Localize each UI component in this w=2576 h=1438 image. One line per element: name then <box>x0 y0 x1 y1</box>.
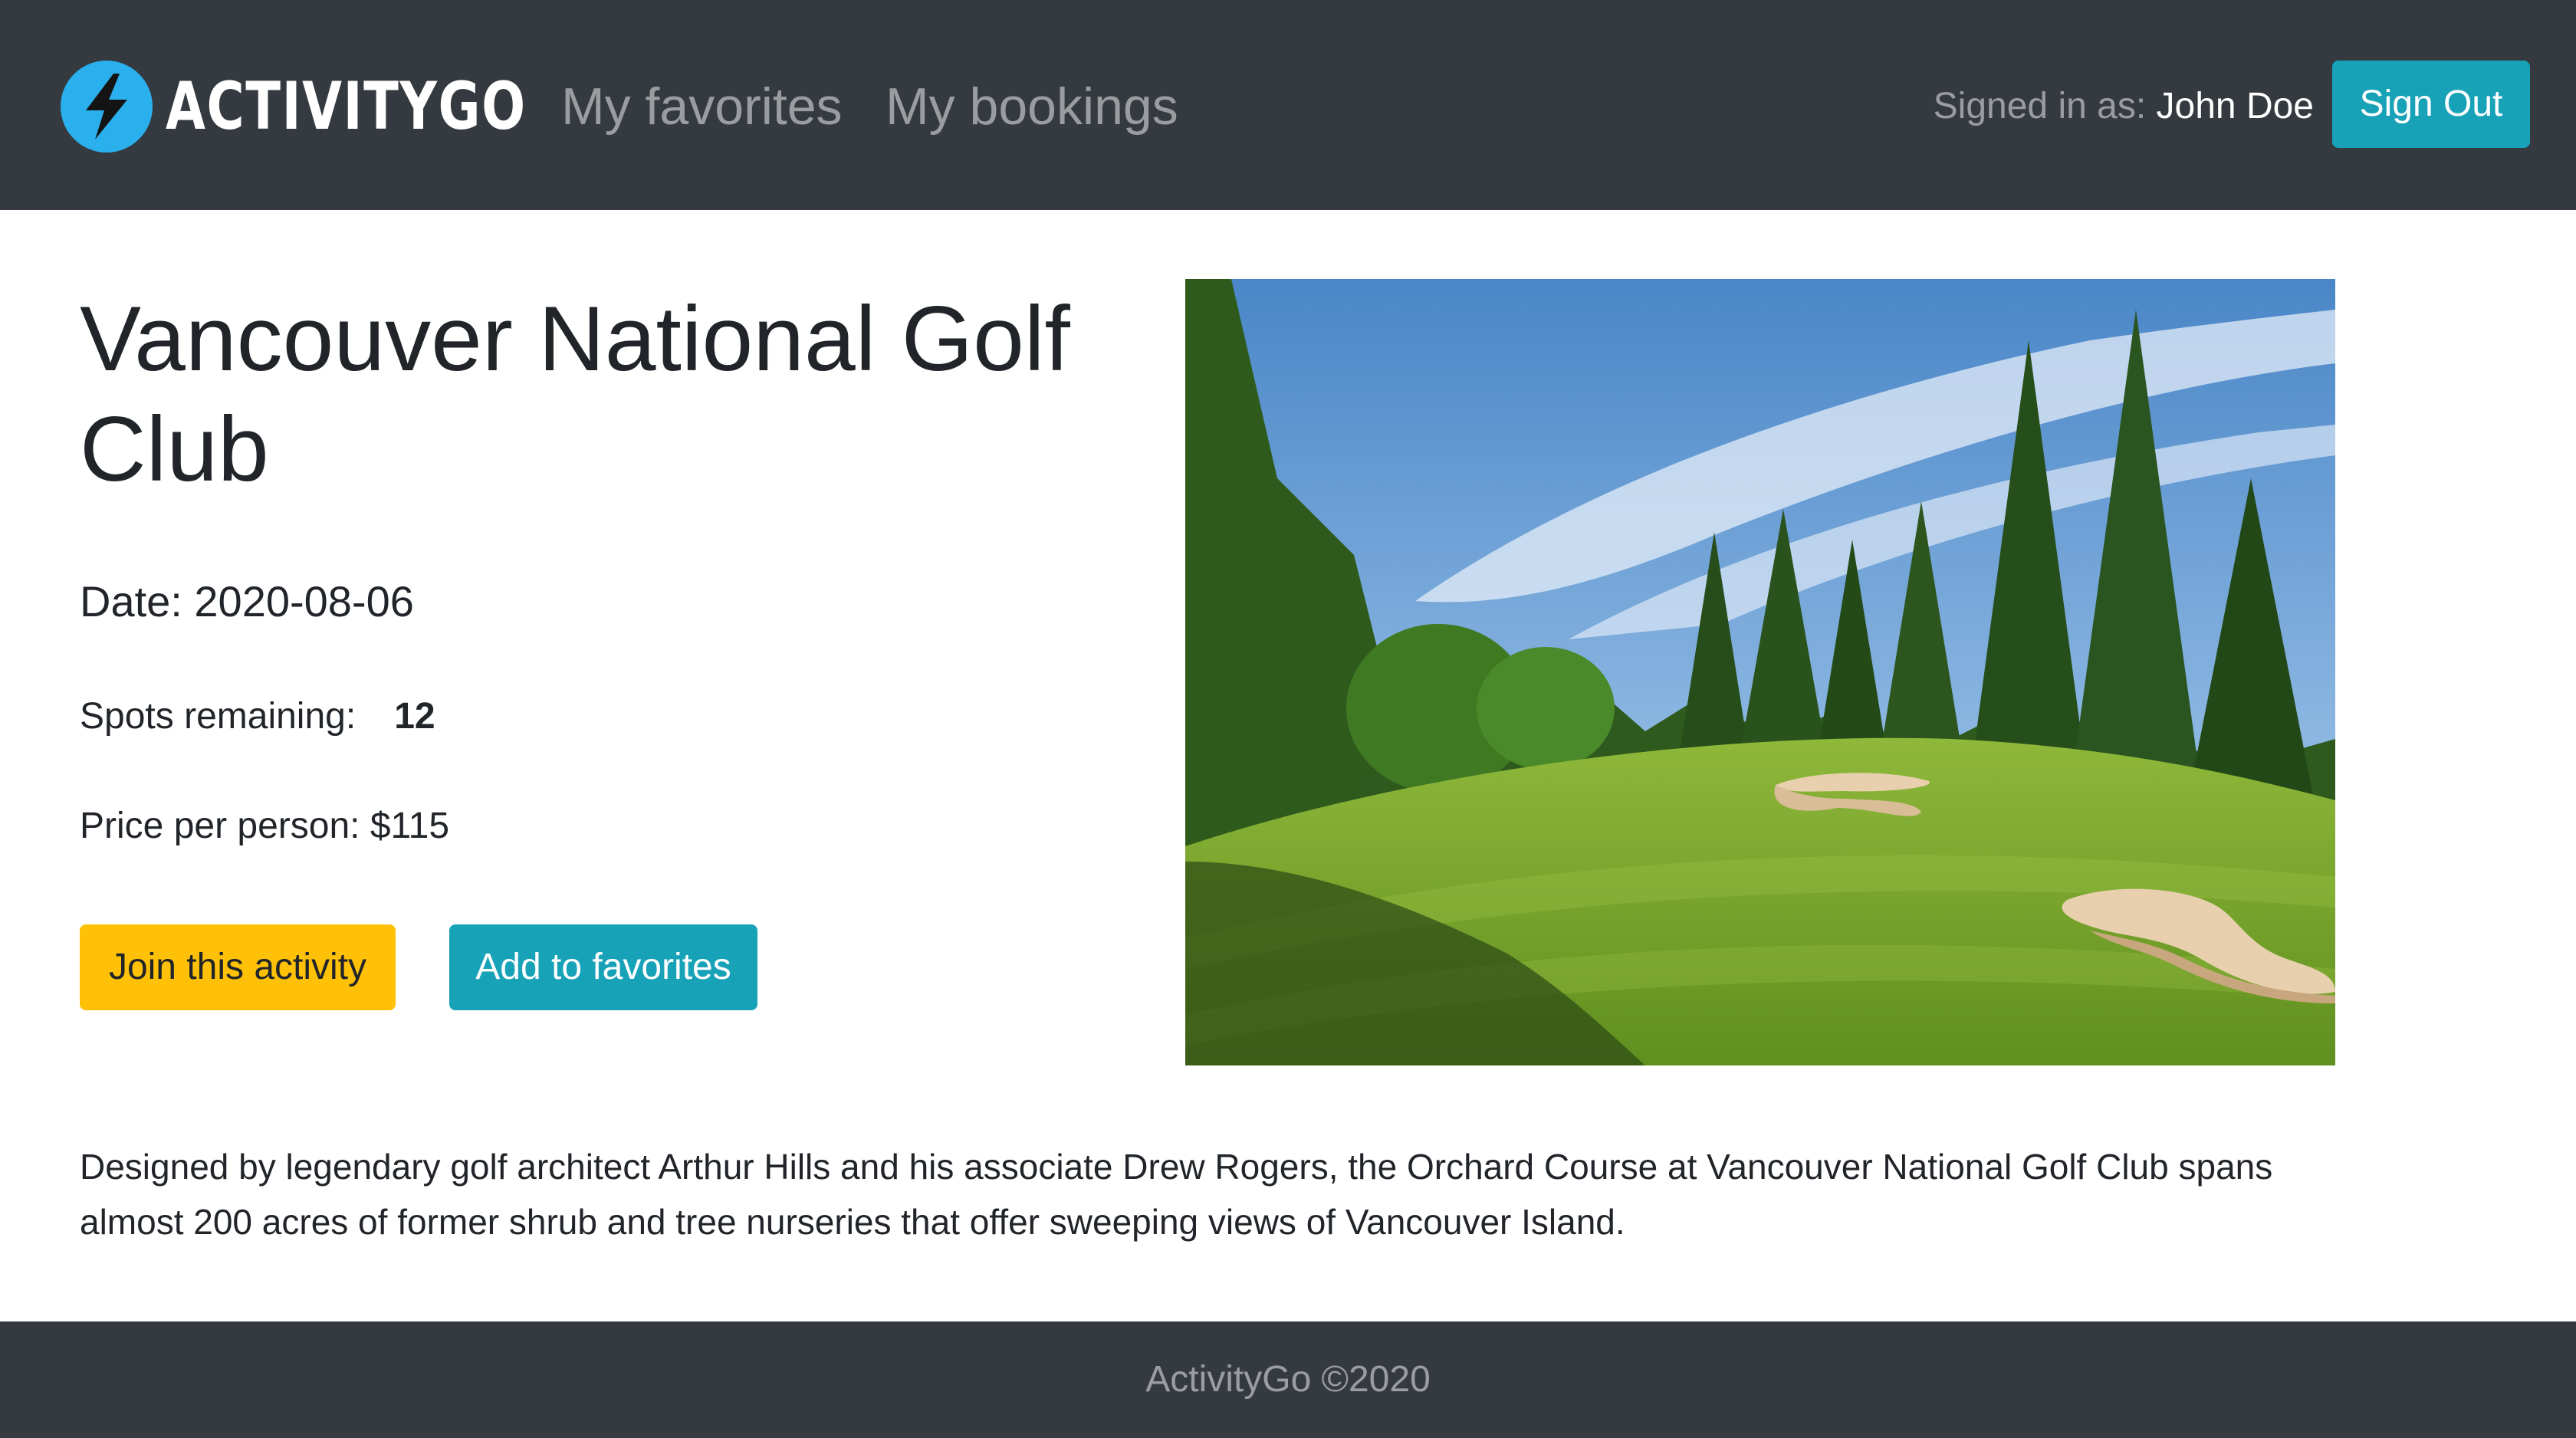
sign-out-button[interactable]: Sign Out <box>2332 61 2530 148</box>
lightning-bolt-icon[interactable] <box>60 60 153 153</box>
activity-date: Date: 2020-08-06 <box>80 577 414 625</box>
footer: ActivityGo ©2020 <box>0 1321 2576 1438</box>
nav-link-my-favorites[interactable]: My favorites <box>561 64 843 149</box>
activity-title: Vancouver National Golf Club <box>80 287 1070 501</box>
signed-in-status: Signed in as: John Doe <box>1934 64 2314 149</box>
add-to-favorites-button[interactable]: Add to favorites <box>449 924 757 1010</box>
navbar: ACTIVITYGO My favorites My bookings Sign… <box>0 0 2576 210</box>
spots-remaining-label: Spots remaining: <box>80 696 356 737</box>
activity-photo <box>1185 279 2335 1065</box>
footer-copyright: ActivityGo ©2020 <box>1145 1359 1431 1400</box>
golf-course-image <box>1185 279 2335 1065</box>
brand-logo-text[interactable]: ACTIVITYGO <box>166 57 527 156</box>
price-per-person: Price per person: $115 <box>80 806 450 846</box>
signed-in-label: Signed in as: <box>1933 86 2147 126</box>
spots-remaining: Spots remaining: 12 <box>80 686 435 747</box>
join-activity-button[interactable]: Join this activity <box>80 924 396 1010</box>
nav-link-my-bookings[interactable]: My bookings <box>886 64 1178 149</box>
spots-remaining-value: 12 <box>394 696 435 737</box>
user-name: John Doe <box>2156 86 2314 126</box>
activity-description: Designed by legendary golf architect Art… <box>80 1147 2273 1242</box>
